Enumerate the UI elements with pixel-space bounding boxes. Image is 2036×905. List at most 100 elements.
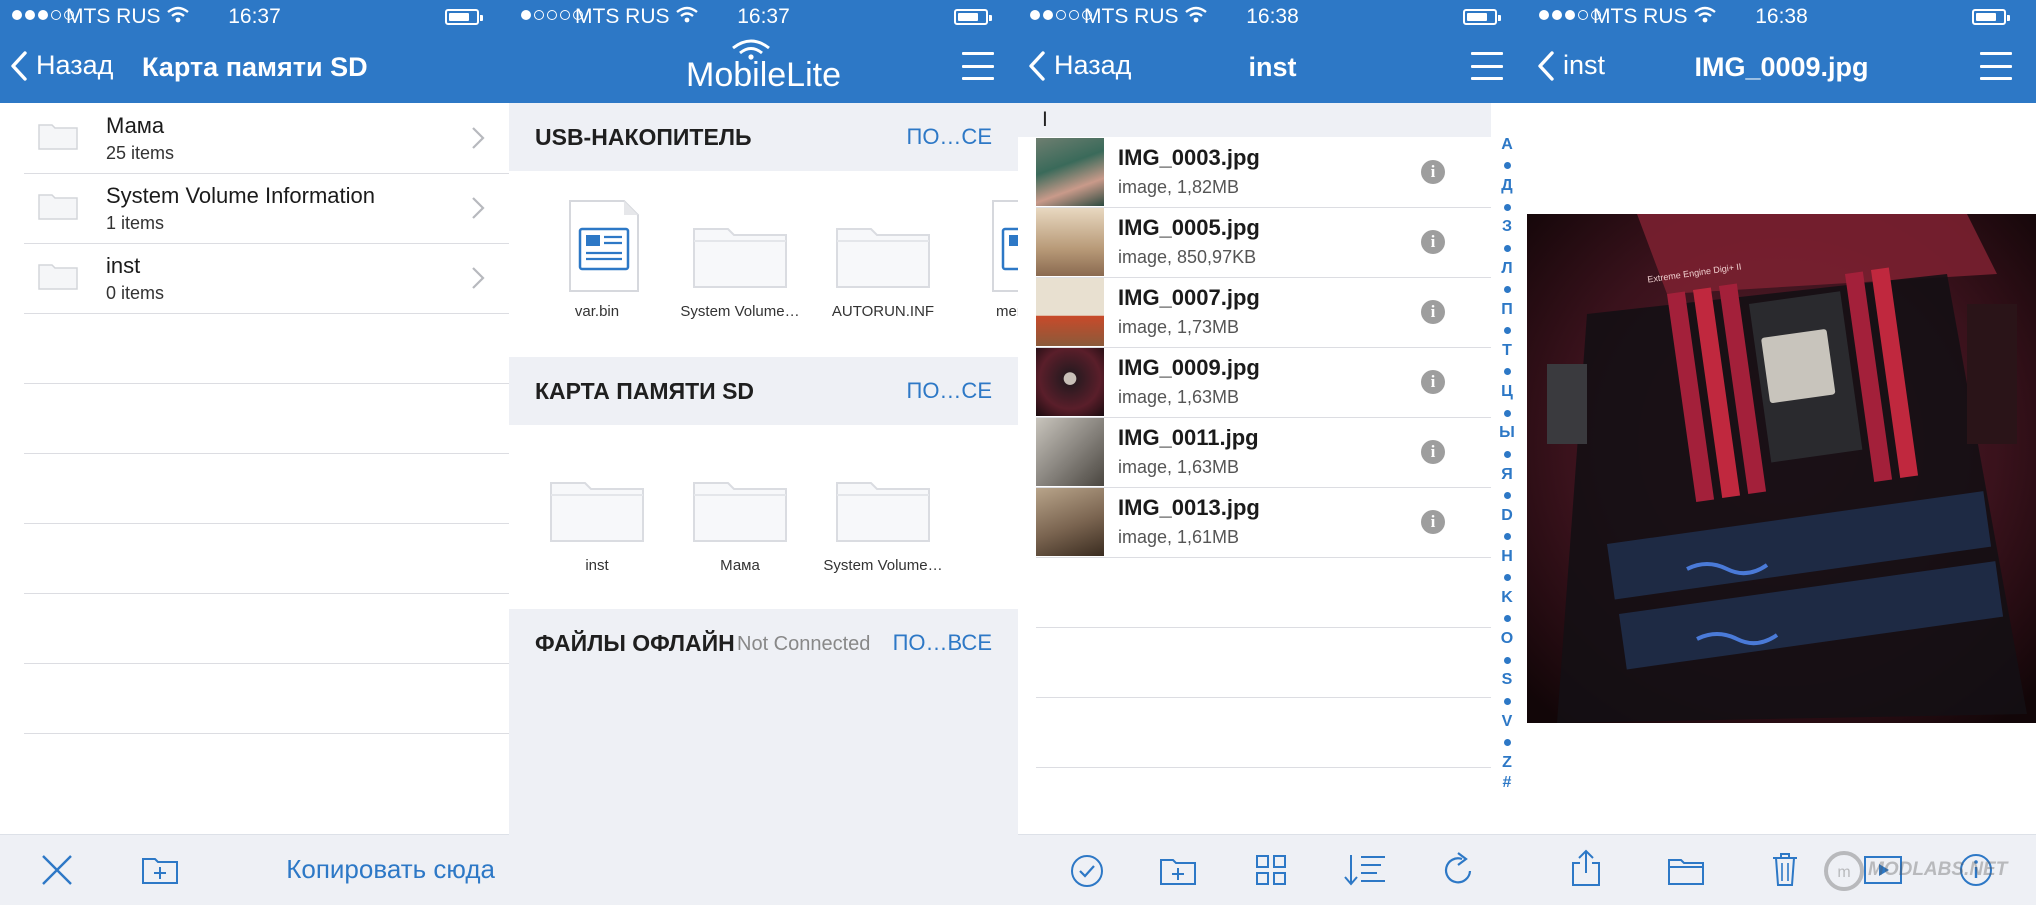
- file-tile[interactable]: System Volume…: [670, 191, 810, 331]
- battery-icon: [954, 9, 992, 25]
- index-separator-dot[interactable]: [1497, 485, 1517, 506]
- divider: [24, 453, 509, 454]
- divider: [24, 523, 509, 524]
- select-checkmark-icon[interactable]: [1070, 854, 1104, 888]
- menu-icon[interactable]: [1471, 52, 1503, 80]
- page-title: Карта памяти SD: [142, 52, 368, 82]
- document-icon: [569, 200, 639, 292]
- index-letter[interactable]: Ы: [1497, 423, 1517, 444]
- grid-view-icon[interactable]: [1255, 854, 1287, 886]
- photo-thumbnail: [1036, 348, 1104, 416]
- clock: 16:37: [228, 5, 281, 28]
- list-item[interactable]: IMG_0007.jpg image, 1,73MB i: [1036, 277, 1491, 348]
- index-separator-dot[interactable]: [1497, 609, 1517, 630]
- show-all-button[interactable]: ПО…СЕ: [907, 124, 993, 150]
- index-separator-dot[interactable]: [1497, 650, 1517, 671]
- index-letter[interactable]: #: [1497, 773, 1517, 794]
- index-separator-dot[interactable]: [1497, 279, 1517, 300]
- folder-icon: [693, 482, 787, 542]
- index-letter[interactable]: З: [1497, 217, 1517, 238]
- index-separator-dot[interactable]: [1497, 732, 1517, 753]
- info-icon[interactable]: i: [1421, 160, 1445, 184]
- file-tile[interactable]: System Volume…: [813, 445, 953, 585]
- back-button[interactable]: Назад: [10, 50, 113, 81]
- watermark-text: MODLABS.NET: [1868, 859, 2008, 880]
- file-meta: image, 850,97KB: [1118, 247, 1257, 267]
- list-item[interactable]: IMG_0005.jpg image, 850,97KB i: [1036, 207, 1491, 278]
- folder-name: inst: [106, 253, 141, 278]
- index-letter[interactable]: S: [1497, 670, 1517, 691]
- refresh-icon[interactable]: [1442, 851, 1476, 887]
- menu-icon[interactable]: [962, 52, 994, 80]
- file-label: System Volume…: [823, 557, 943, 574]
- index-separator-dot[interactable]: [1497, 567, 1517, 588]
- status-bar: MTS RUS 16:38: [1018, 0, 1527, 34]
- photo-view[interactable]: Extreme Engine Digi+ II: [1527, 214, 2036, 723]
- alphabet-index[interactable]: А Д З Л П Т Ц Ы Я D H K O S V Z #: [1497, 135, 1517, 794]
- index-letter[interactable]: Т: [1497, 341, 1517, 362]
- file-tile[interactable]: inst: [527, 445, 667, 585]
- navigation-bar: MobileLite: [509, 34, 1018, 103]
- battery-icon: [1972, 9, 2010, 25]
- index-separator-dot[interactable]: [1497, 691, 1517, 712]
- index-letter[interactable]: Д: [1497, 176, 1517, 197]
- navigation-bar: Назад inst: [1018, 34, 1527, 103]
- index-separator-dot[interactable]: [1497, 238, 1517, 259]
- divider: [24, 593, 509, 594]
- index-separator-dot[interactable]: [1497, 197, 1517, 218]
- list-item[interactable]: IMG_0011.jpg image, 1,63MB i: [1036, 417, 1491, 488]
- share-icon[interactable]: [1571, 849, 1601, 887]
- list-item-mama[interactable]: Мама 25 items: [24, 103, 509, 174]
- info-icon[interactable]: i: [1421, 300, 1445, 324]
- file-tile[interactable]: AUTORUN.INF: [813, 191, 953, 331]
- trash-icon[interactable]: [1771, 851, 1799, 887]
- file-tile[interactable]: men: [956, 191, 1018, 331]
- show-all-button[interactable]: ПО…ВСЕ: [893, 630, 992, 656]
- menu-icon[interactable]: [1980, 52, 2012, 80]
- list-item[interactable]: IMG_0003.jpg image, 1,82MB i: [1036, 137, 1491, 208]
- list-item-system-volume[interactable]: System Volume Information 1 items: [24, 173, 509, 244]
- list-item[interactable]: IMG_0009.jpg image, 1,63MB i: [1036, 347, 1491, 418]
- list-item[interactable]: IMG_0013.jpg image, 1,61MB i: [1036, 487, 1491, 558]
- info-icon[interactable]: i: [1421, 510, 1445, 534]
- divider: [24, 663, 509, 664]
- file-name: IMG_0005.jpg: [1118, 215, 1260, 240]
- index-letter[interactable]: Ц: [1497, 382, 1517, 403]
- index-letter[interactable]: Z: [1497, 753, 1517, 774]
- index-separator-dot[interactable]: [1497, 403, 1517, 424]
- index-separator-dot[interactable]: [1497, 156, 1517, 177]
- file-tile[interactable]: var.bin: [527, 191, 667, 331]
- file-tile[interactable]: Мама: [670, 445, 810, 585]
- index-letter[interactable]: D: [1497, 506, 1517, 527]
- index-separator-dot[interactable]: [1497, 444, 1517, 465]
- copy-here-button[interactable]: Копировать сюда: [286, 854, 495, 885]
- index-letter[interactable]: K: [1497, 588, 1517, 609]
- file-name: IMG_0003.jpg: [1118, 145, 1260, 170]
- info-icon[interactable]: i: [1421, 370, 1445, 394]
- bottom-toolbar: m MODLABS.NET: [1527, 834, 2036, 905]
- close-icon[interactable]: [40, 853, 74, 887]
- folder-item-count: 25 items: [106, 143, 175, 163]
- folder-icon[interactable]: [1667, 854, 1705, 886]
- index-letter[interactable]: H: [1497, 547, 1517, 568]
- index-separator-dot[interactable]: [1497, 362, 1517, 383]
- new-folder-icon[interactable]: [141, 853, 179, 885]
- index-letter[interactable]: V: [1497, 712, 1517, 733]
- new-folder-icon[interactable]: [1159, 854, 1197, 886]
- chevron-right-icon: [472, 267, 485, 289]
- index-letter[interactable]: Я: [1497, 465, 1517, 486]
- status-bar: MTS RUS 16:37: [509, 0, 1018, 34]
- index-letter[interactable]: П: [1497, 300, 1517, 321]
- info-icon[interactable]: i: [1421, 440, 1445, 464]
- sort-icon[interactable]: [1343, 853, 1387, 887]
- list-item-inst[interactable]: inst 0 items: [24, 243, 509, 314]
- index-separator-dot[interactable]: [1497, 320, 1517, 341]
- show-all-button[interactable]: ПО…СЕ: [907, 378, 993, 404]
- index-letter[interactable]: А: [1497, 135, 1517, 156]
- info-icon[interactable]: i: [1421, 230, 1445, 254]
- file-label: inst: [585, 557, 609, 574]
- index-letter[interactable]: Л: [1497, 259, 1517, 280]
- index-letter[interactable]: O: [1497, 629, 1517, 650]
- clock: 16:37: [737, 5, 790, 28]
- index-separator-dot[interactable]: [1497, 526, 1517, 547]
